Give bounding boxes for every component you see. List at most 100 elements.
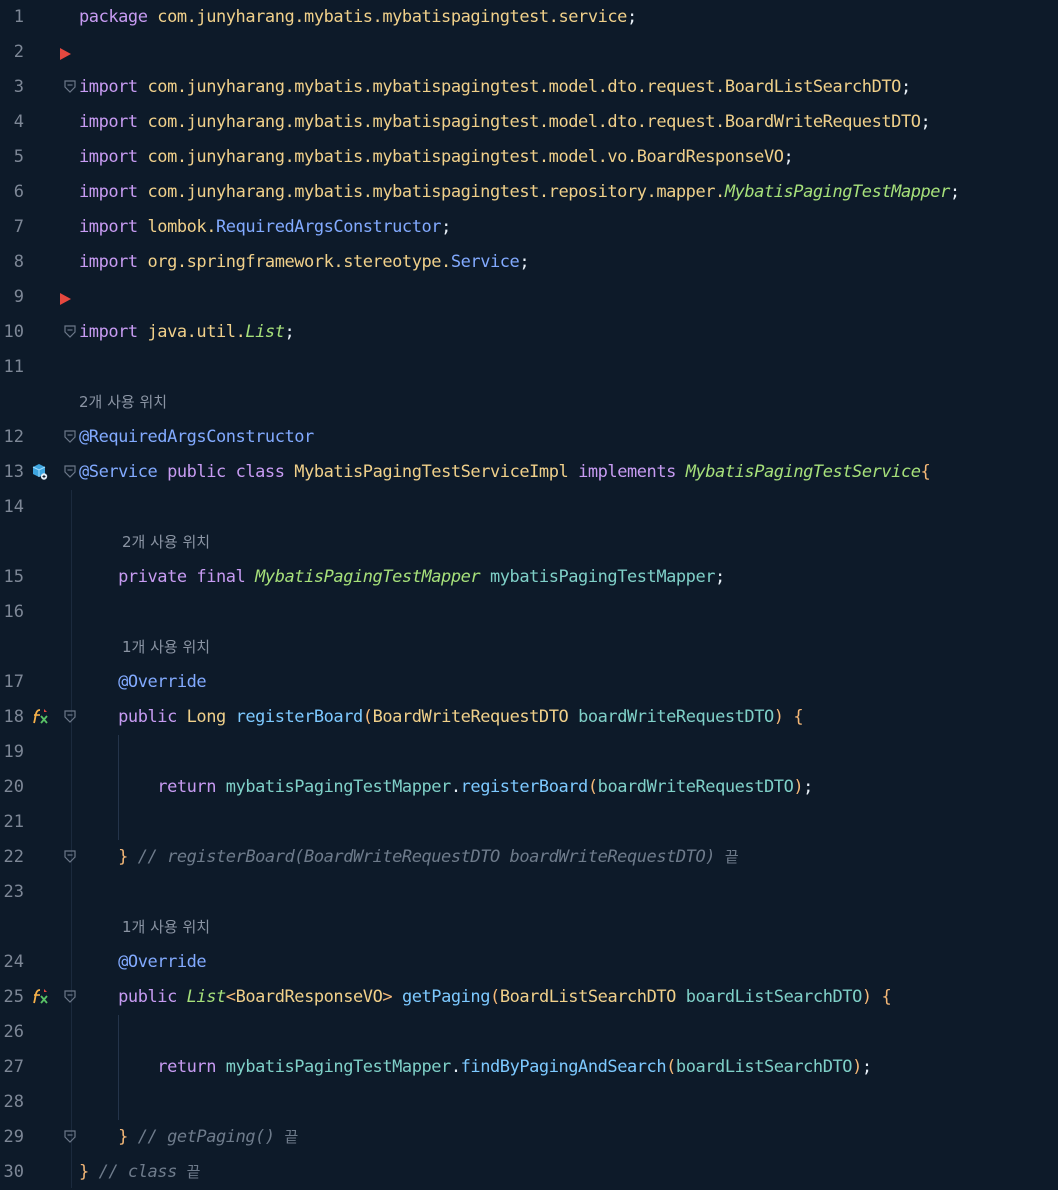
code-token: registerBoard	[460, 777, 589, 797]
code-text[interactable]: import com.junyharang.mybatis.mybatispag…	[79, 70, 911, 105]
fold-toggle-icon[interactable]	[64, 325, 76, 338]
fold-toggle-icon[interactable]	[64, 850, 76, 863]
usage-hint-label[interactable]: 1개 사용 위치	[122, 910, 210, 945]
code-line[interactable]: 27 return mybatisPagingTestMapper.findBy…	[0, 1050, 1058, 1085]
code-token: mybatisPagingTestMapper	[225, 1057, 452, 1077]
fold-toggle-icon[interactable]	[64, 990, 76, 1003]
usage-hint[interactable]: 2개 사용 위치	[0, 385, 1058, 420]
code-text[interactable]: import com.junyharang.mybatis.mybatispag…	[79, 140, 794, 175]
breakpoint-marker-icon[interactable]	[60, 293, 71, 305]
code-text[interactable]: import com.junyharang.mybatis.mybatispag…	[79, 105, 931, 140]
code-line[interactable]: 24 @Override	[0, 945, 1058, 980]
code-line[interactable]: 30} // class 끝	[0, 1155, 1058, 1190]
code-text[interactable]: @Service public class MybatisPagingTestS…	[79, 455, 931, 490]
code-token: import	[79, 322, 148, 342]
code-token: }	[118, 1127, 138, 1147]
code-token: .	[450, 777, 461, 797]
line-number: 15	[3, 567, 24, 587]
code-line[interactable]: 2	[0, 35, 1058, 70]
code-line[interactable]: 13 @Service public class MybatisPagingTes…	[0, 455, 1058, 490]
code-line[interactable]: 15 private final MybatisPagingTestMapper…	[0, 560, 1058, 595]
code-text[interactable]: @RequiredArgsConstructor	[79, 420, 314, 455]
line-number: 5	[13, 147, 24, 167]
code-line[interactable]: 29 } // getPaging() 끝	[0, 1120, 1058, 1155]
code-text[interactable]: @Override	[79, 945, 207, 980]
code-token: ;	[783, 147, 794, 167]
code-line[interactable]: 7 import lombok.RequiredArgsConstructor;	[0, 210, 1058, 245]
code-line[interactable]: 19	[0, 735, 1058, 770]
fold-toggle-icon[interactable]	[64, 465, 76, 478]
code-line[interactable]: 22 } // registerBoard(BoardWriteRequestD…	[0, 840, 1058, 875]
code-token: // registerBoard(BoardWriteRequestDTO bo…	[137, 847, 725, 867]
code-line[interactable]: 4 import com.junyharang.mybatis.mybatispa…	[0, 105, 1058, 140]
code-text[interactable]: import lombok.RequiredArgsConstructor;	[79, 210, 451, 245]
code-token: BoardListSearchDTO	[499, 987, 686, 1007]
code-token: registerBoard	[235, 707, 364, 727]
fold-toggle-icon[interactable]	[64, 430, 76, 443]
code-token: )	[793, 777, 804, 797]
code-editor[interactable]: 1 package com.junyharang.mybatis.mybatisp…	[0, 0, 1058, 1188]
code-line[interactable]: 20 return mybatisPagingTestMapper.regist…	[0, 770, 1058, 805]
code-line[interactable]: 25 public List<BoardResponseVO> getPagin…	[0, 980, 1058, 1015]
code-line[interactable]: 5 import com.junyharang.mybatis.mybatispa…	[0, 140, 1058, 175]
code-token: >	[382, 987, 402, 1007]
code-token: public	[118, 707, 187, 727]
implements-method-icon[interactable]	[31, 988, 49, 1006]
code-text[interactable]: package com.junyharang.mybatis.mybatispa…	[79, 0, 637, 35]
code-line[interactable]: 18 public Long registerBoard(BoardWriteR…	[0, 700, 1058, 735]
usage-hint-label[interactable]: 2개 사용 위치	[79, 385, 167, 420]
code-text[interactable]: public Long registerBoard(BoardWriteRequ…	[79, 700, 803, 735]
code-token: mybatisPagingTestMapper	[225, 777, 452, 797]
code-token: @RequiredArgsConstructor	[79, 427, 314, 447]
code-text[interactable]: import java.util.List;	[79, 315, 295, 350]
code-token: (	[490, 987, 500, 1007]
code-token: 끝	[186, 1163, 201, 1181]
code-text[interactable]: private final MybatisPagingTestMapper my…	[79, 560, 725, 595]
code-line[interactable]: 9	[0, 280, 1058, 315]
spring-bean-icon[interactable]	[31, 463, 49, 481]
implements-method-icon[interactable]	[31, 708, 49, 726]
code-text[interactable]: } // class 끝	[79, 1155, 200, 1190]
code-line[interactable]: 14	[0, 490, 1058, 525]
code-line[interactable]: 6 import com.junyharang.mybatis.mybatispa…	[0, 175, 1058, 210]
usage-hint[interactable]: 2개 사용 위치	[0, 525, 1058, 560]
code-text[interactable]: } // getPaging() 끝	[79, 1120, 298, 1155]
usage-hint-label[interactable]: 2개 사용 위치	[122, 525, 210, 560]
code-line[interactable]: 3 import com.junyharang.mybatis.mybatispa…	[0, 48, 1058, 105]
code-text[interactable]: } // registerBoard(BoardWriteRequestDTO …	[79, 840, 738, 875]
code-token: import	[79, 252, 148, 272]
fold-toggle-icon[interactable]	[64, 80, 76, 93]
line-number: 4	[13, 112, 24, 132]
fold-toggle-icon[interactable]	[64, 1130, 76, 1143]
code-line[interactable]: 8 import org.springframework.stereotype.S…	[0, 245, 1058, 280]
code-token: MybatisPagingTestMapper	[255, 567, 490, 587]
usage-hint-label[interactable]: 1개 사용 위치	[122, 630, 210, 665]
code-line[interactable]: 23	[0, 875, 1058, 910]
code-line[interactable]: 11	[0, 350, 1058, 385]
code-line[interactable]: 12 @RequiredArgsConstructor	[0, 420, 1058, 455]
code-token: MybatisPagingTestServiceImpl	[294, 462, 579, 482]
breakpoint-marker-icon[interactable]	[60, 48, 71, 60]
code-token: {	[920, 462, 931, 482]
usage-hint[interactable]: 1개 사용 위치	[0, 630, 1058, 665]
code-token: RequiredArgsConstructor	[216, 217, 442, 237]
code-line[interactable]: 21	[0, 805, 1058, 840]
code-line[interactable]: 1 package com.junyharang.mybatis.mybatisp…	[0, 0, 1058, 35]
code-text[interactable]: public List<BoardResponseVO> getPaging(B…	[79, 980, 892, 1015]
code-text[interactable]: import com.junyharang.mybatis.mybatispag…	[79, 175, 960, 210]
code-line[interactable]: 10 import java.util.List;	[0, 293, 1058, 350]
code-line[interactable]: 16	[0, 595, 1058, 630]
code-text[interactable]: @Override	[79, 665, 207, 700]
code-text[interactable]: return mybatisPagingTestMapper.registerB…	[79, 770, 813, 805]
code-line[interactable]: 17 @Override	[0, 665, 1058, 700]
code-text[interactable]: return mybatisPagingTestMapper.findByPag…	[79, 1050, 872, 1085]
fold-toggle-icon[interactable]	[64, 710, 76, 723]
code-line[interactable]: 26	[0, 1015, 1058, 1050]
usage-hint[interactable]: 1개 사용 위치	[0, 910, 1058, 945]
code-token: 끝	[284, 1128, 299, 1146]
code-token: List	[245, 322, 285, 342]
code-text[interactable]: import org.springframework.stereotype.Se…	[79, 245, 530, 280]
code-line[interactable]: 28	[0, 1085, 1058, 1120]
